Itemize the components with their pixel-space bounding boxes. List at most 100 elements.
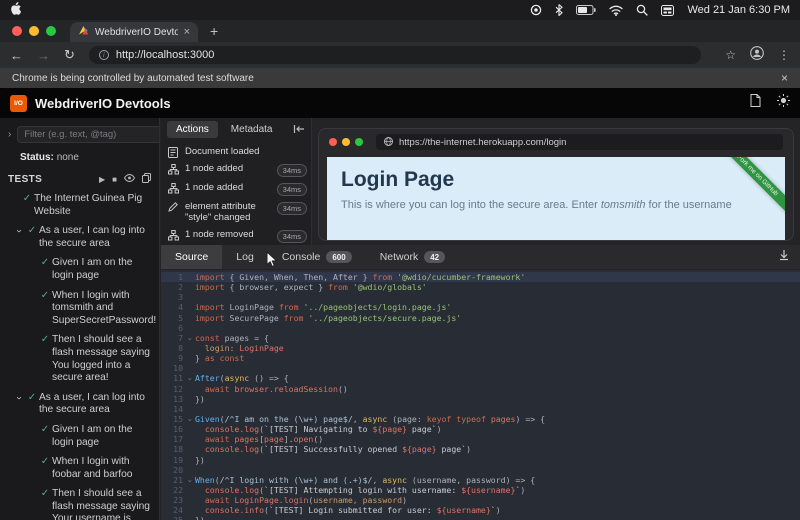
code-line[interactable]: 5import SecurePage from '../pageobjects/… (161, 313, 800, 323)
tab-title: WebdriverIO Devtools (95, 27, 178, 38)
code-line[interactable]: 20 (161, 465, 800, 475)
code-line[interactable]: 14 (161, 404, 800, 414)
fold-icon[interactable]: › (183, 414, 195, 424)
tab-network[interactable]: Network42 (366, 245, 459, 269)
code-line[interactable]: 19}) (161, 455, 800, 465)
fold-spacer (183, 485, 195, 495)
action-event-row[interactable]: element attribute "style" changed34ms (167, 198, 307, 226)
tests-heading: TESTS (8, 174, 42, 185)
new-tab-button[interactable]: + (210, 23, 218, 39)
chevron-down-icon[interactable]: › (13, 225, 25, 238)
forward-icon[interactable]: → (37, 48, 50, 63)
window-controls[interactable] (12, 26, 56, 36)
code-line[interactable]: 8 login: LoginPage (161, 343, 800, 353)
menu-clock[interactable]: Wed 21 Jan 6:30 PM (687, 4, 790, 16)
fold-icon[interactable]: › (183, 373, 195, 383)
sidebar-expand-icon[interactable]: › (8, 129, 11, 140)
fold-icon[interactable]: › (183, 475, 195, 485)
browser-tab[interactable]: WebdriverIO Devtools × (70, 22, 198, 42)
event-label: 1 node added (185, 163, 271, 175)
filter-input[interactable] (17, 126, 160, 143)
code-line[interactable]: 24 console.info(`[TEST] Login submitted … (161, 505, 800, 515)
reload-icon[interactable]: ↻ (64, 47, 75, 63)
minimize-window-button[interactable] (29, 26, 39, 36)
code-line[interactable]: 25}) (161, 515, 800, 520)
code-text (195, 363, 800, 373)
close-window-button[interactable] (12, 26, 22, 36)
code-line[interactable]: 3 (161, 292, 800, 302)
browser-toolbar: ← → ↻ i http://localhost:3000 ☆ ⋮ (0, 42, 800, 68)
code-line[interactable]: 7›const pages = { (161, 333, 800, 343)
tab-close-icon[interactable]: × (184, 27, 190, 38)
code-text: await pages[page].open() (195, 434, 800, 444)
address-url[interactable]: http://localhost:3000 (116, 49, 214, 61)
test-item[interactable]: ✓Then I should see a flash message sayin… (0, 334, 155, 384)
chrome-menu-icon[interactable]: ⋮ (778, 48, 790, 62)
code-line[interactable]: 16 console.log(`[TEST] Navigating to ${p… (161, 424, 800, 434)
code-line[interactable]: 4import LoginPage from '../pageobjects/l… (161, 302, 800, 312)
stop-icon[interactable]: ■ (112, 175, 117, 184)
test-item[interactable]: ✓When I login with foobar and barfoo (0, 456, 155, 481)
code-line[interactable]: 23 await LoginPage.login(username, passw… (161, 495, 800, 505)
test-item[interactable]: ✓Given I am on the login page (0, 424, 155, 449)
line-number: 16 (161, 424, 183, 434)
address-bar[interactable]: i http://localhost:3000 (89, 46, 701, 64)
code-line[interactable]: 18 console.log(`[TEST] Successfully open… (161, 444, 800, 454)
action-event-row[interactable]: Document loaded (167, 143, 307, 160)
test-item[interactable]: ›✓As a user, I can log into the secure a… (0, 225, 155, 250)
test-item[interactable]: ✓When I login with tomsmith and SuperSec… (0, 290, 155, 328)
code-line[interactable]: 9} as const (161, 353, 800, 363)
maximize-window-button[interactable] (46, 26, 56, 36)
action-event-row[interactable]: 1 node removed34ms (167, 226, 307, 245)
wifi-icon[interactable] (609, 5, 623, 16)
code-line[interactable]: 6 (161, 323, 800, 333)
run-icon[interactable]: ▶ (99, 175, 105, 184)
profile-avatar-icon[interactable] (750, 46, 764, 65)
test-item-label: Given I am on the login page (52, 257, 154, 282)
test-item-label: When I login with foobar and barfoo (52, 456, 154, 481)
code-line[interactable]: 12 await browser.reloadSession() (161, 384, 800, 394)
tab-actions[interactable]: Actions (167, 121, 218, 138)
report-file-icon[interactable] (750, 94, 761, 112)
document-icon (167, 146, 179, 158)
check-icon: ✓ (38, 257, 52, 282)
code-line[interactable]: 17 await pages[page].open() (161, 434, 800, 444)
code-line[interactable]: 13}) (161, 394, 800, 404)
site-info-icon[interactable]: i (99, 50, 109, 60)
action-event-row[interactable]: 1 node added34ms (167, 179, 307, 198)
search-icon[interactable] (636, 4, 648, 16)
chevron-down-icon[interactable]: › (13, 391, 25, 404)
test-item[interactable]: ✓Given I am on the login page (0, 257, 155, 282)
code-line[interactable]: 22 console.log(`[TEST] Attempting login … (161, 485, 800, 495)
code-line[interactable]: 15›Given(/^I am on the (\w+) page$/, asy… (161, 414, 800, 424)
tab-metadata[interactable]: Metadata (222, 121, 282, 138)
tab-console[interactable]: Console600 (268, 245, 366, 269)
download-icon[interactable] (778, 248, 790, 266)
code-line[interactable]: 1import { Given, When, Then, After } fro… (161, 272, 800, 282)
fold-icon[interactable]: › (183, 333, 195, 343)
record-icon[interactable] (530, 4, 542, 16)
battery-icon[interactable] (576, 5, 596, 15)
watch-icon[interactable] (124, 174, 135, 184)
test-item[interactable]: ✓The Internet Guinea Pig Website (0, 193, 155, 218)
collapse-panel-icon[interactable] (293, 121, 305, 139)
apple-menu-icon[interactable] (10, 2, 21, 18)
globe-icon (384, 133, 393, 151)
banner-close-icon[interactable]: × (781, 71, 788, 85)
code-line[interactable]: 11›After(async () => { (161, 373, 800, 383)
test-item[interactable]: ✓Then I should see a flash message sayin… (0, 488, 155, 520)
theme-toggle-icon[interactable] (777, 94, 790, 112)
code-line[interactable]: 2import { browser, expect } from '@wdio/… (161, 282, 800, 292)
code-line[interactable]: 10 (161, 363, 800, 373)
test-item[interactable]: ›✓As a user, I can log into the secure a… (0, 392, 155, 417)
input-source-icon[interactable] (661, 5, 674, 16)
bookmark-star-icon[interactable]: ☆ (725, 48, 736, 62)
back-icon[interactable]: ← (10, 48, 23, 63)
action-event-row[interactable]: 1 node added34ms (167, 160, 307, 179)
code-editor[interactable]: 1import { Given, When, Then, After } fro… (161, 270, 800, 520)
copy-icon[interactable] (142, 173, 151, 185)
tab-source[interactable]: Source (161, 245, 222, 269)
code-line[interactable]: 21›When(/^I login with (\w+) and (.+)$/,… (161, 475, 800, 485)
tab-log[interactable]: Log (222, 245, 268, 269)
bluetooth-icon[interactable] (555, 4, 563, 16)
